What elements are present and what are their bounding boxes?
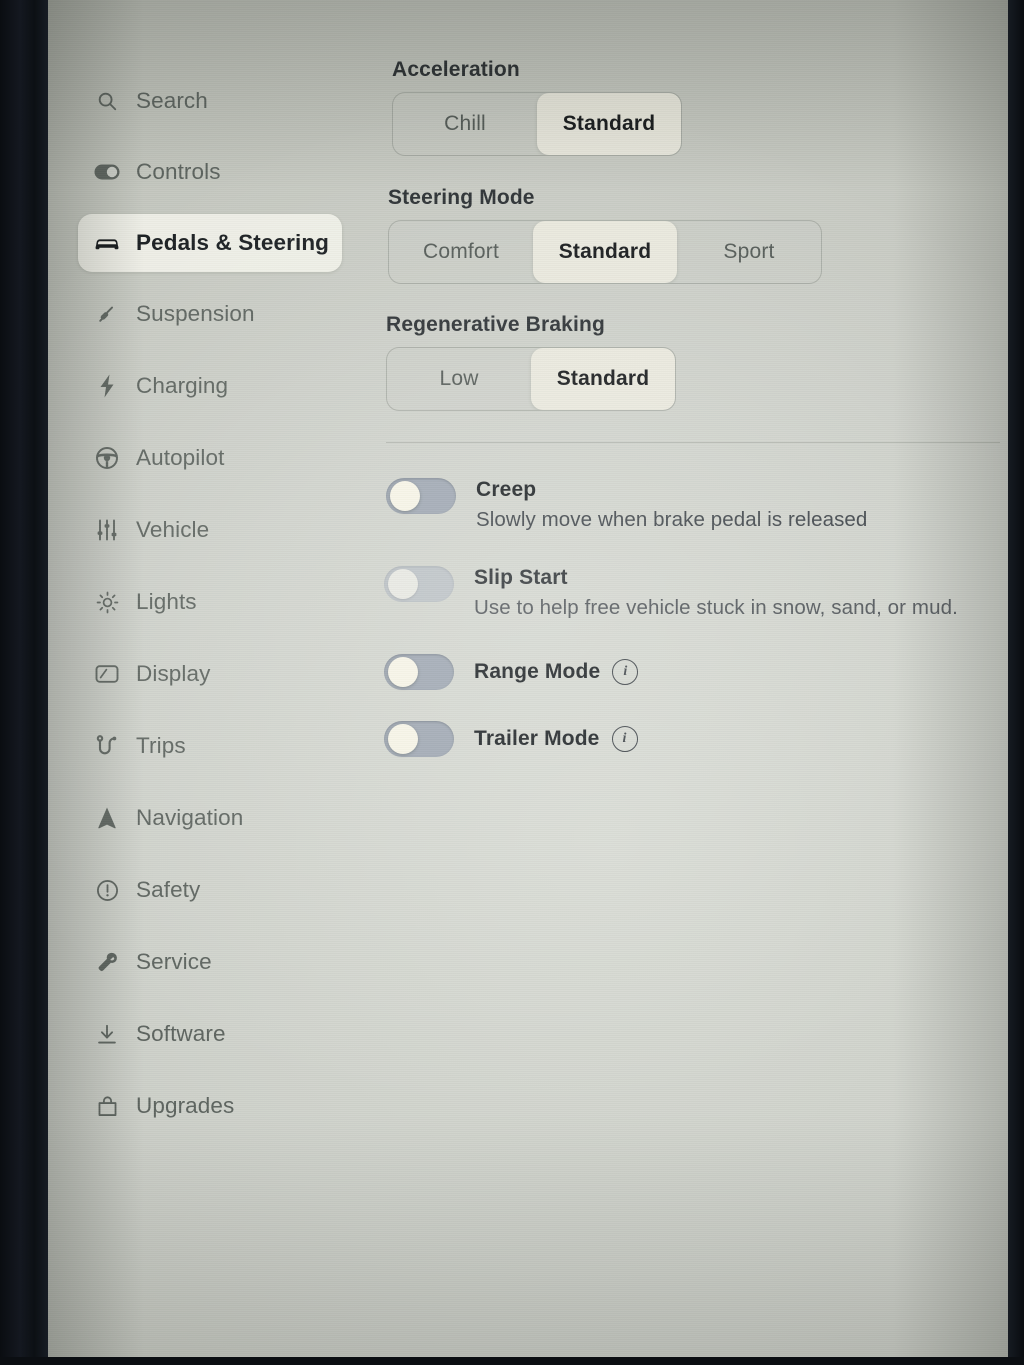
range-mode-info-icon[interactable]: i (612, 659, 639, 685)
sidebar-item-autopilot[interactable]: Autopilot (78, 429, 342, 487)
steering-mode-title: Steering Mode (388, 186, 535, 209)
trailer-mode-title: Trailer Mode i (474, 726, 638, 752)
toggle-row-slip-start[interactable]: Slip Start Use to help free vehicle stuc… (384, 566, 958, 620)
sidebar-item-controls[interactable]: Controls (78, 143, 342, 201)
pedals-and-steering-panel: Acceleration Chill Standard Steering Mod… (348, 0, 1008, 1357)
section-divider (386, 442, 1000, 443)
creep-toggle-knob (390, 481, 420, 511)
sidebar-item-label: Upgrades (136, 1093, 235, 1118)
sidebar-item-safety[interactable]: Safety (78, 861, 342, 919)
wrench-icon (90, 949, 124, 975)
range-mode-text-block: Range Mode i (474, 659, 639, 685)
winding-road-icon (90, 733, 124, 759)
range-mode-title: Range Mode i (474, 659, 639, 685)
regenerative-braking-option-standard[interactable]: Standard (531, 348, 675, 410)
sidebar-item-display[interactable]: Display (78, 645, 342, 703)
toggle-switch-icon (90, 159, 124, 185)
slip-start-toggle-switch[interactable] (384, 566, 454, 602)
acceleration-option-standard[interactable]: Standard (537, 93, 681, 155)
slip-start-title: Slip Start (474, 566, 958, 590)
creep-text-block: Creep Slowly move when brake pedal is re… (476, 478, 867, 532)
regenerative-braking-option-low[interactable]: Low (387, 348, 531, 410)
shock-absorber-icon (90, 301, 124, 327)
screen-bezel-right (1008, 0, 1024, 1365)
sidebar-item-label: Search (136, 88, 208, 113)
download-icon (90, 1021, 124, 1047)
steering-mode-option-comfort[interactable]: Comfort (389, 221, 533, 283)
trailer-mode-title-label: Trailer Mode (474, 727, 600, 750)
sidebar-item-search[interactable]: Search (78, 72, 342, 130)
sidebar-item-label: Software (136, 1021, 226, 1046)
acceleration-segmented-control[interactable]: Chill Standard (392, 92, 682, 156)
acceleration-option-chill[interactable]: Chill (393, 93, 537, 155)
sidebar-item-label: Vehicle (136, 517, 210, 542)
search-icon (90, 88, 124, 114)
acceleration-title: Acceleration (392, 58, 520, 81)
navigation-arrow-icon (90, 805, 124, 831)
sidebar-item-label: Controls (136, 159, 221, 184)
sidebar-item-pedals-and-steering[interactable]: Pedals & Steering (78, 214, 342, 272)
creep-toggle-switch[interactable] (386, 478, 456, 514)
sidebar-item-navigation[interactable]: Navigation (78, 789, 342, 847)
toggle-row-range-mode[interactable]: Range Mode i (384, 654, 639, 690)
sidebar-item-charging[interactable]: Charging (78, 357, 342, 415)
slip-start-text-block: Slip Start Use to help free vehicle stuc… (474, 566, 958, 620)
sidebar-item-label: Display (136, 661, 211, 686)
regenerative-braking-title: Regenerative Braking (386, 313, 605, 336)
steering-mode-option-standard[interactable]: Standard (533, 221, 677, 283)
sidebar-item-suspension[interactable]: Suspension (78, 285, 342, 343)
shopping-bag-icon (90, 1093, 124, 1119)
sidebar-item-label: Suspension (136, 301, 255, 326)
screen-bezel-bottom (0, 1357, 1024, 1365)
sliders-icon (90, 517, 124, 543)
sidebar-item-label: Trips (136, 733, 186, 758)
trailer-mode-text-block: Trailer Mode i (474, 726, 638, 752)
warning-circle-icon (90, 877, 124, 903)
sidebar-item-vehicle[interactable]: Vehicle (78, 501, 342, 559)
sidebar-item-software[interactable]: Software (78, 1005, 342, 1063)
toggle-row-creep[interactable]: Creep Slowly move when brake pedal is re… (386, 478, 867, 532)
slip-start-description: Use to help free vehicle stuck in snow, … (474, 596, 958, 619)
trailer-mode-info-icon[interactable]: i (611, 726, 638, 752)
steering-wheel-icon (90, 445, 124, 471)
trailer-mode-toggle-knob (388, 724, 418, 754)
screen-icon (90, 661, 124, 687)
settings-sidebar: Search Controls Pedals & Steering Suspen… (48, 0, 348, 1357)
range-mode-toggle-knob (388, 657, 418, 687)
sidebar-item-label: Safety (136, 877, 201, 902)
trailer-mode-toggle-switch[interactable] (384, 721, 454, 757)
sidebar-item-lights[interactable]: Lights (78, 573, 342, 631)
toggle-row-trailer-mode[interactable]: Trailer Mode i (384, 721, 638, 757)
creep-title: Creep (476, 478, 867, 502)
creep-title-label: Creep (476, 478, 537, 501)
sun-icon (90, 589, 124, 615)
tesla-touchscreen-device: Search Controls Pedals & Steering Suspen… (0, 0, 1024, 1365)
sidebar-item-label: Service (136, 949, 212, 974)
vehicle-settings-screen: Search Controls Pedals & Steering Suspen… (48, 0, 1008, 1357)
sidebar-item-upgrades[interactable]: Upgrades (78, 1077, 342, 1135)
steering-mode-option-sport[interactable]: Sport (677, 221, 821, 283)
screen-bezel-left (0, 0, 48, 1365)
lightning-bolt-icon (90, 373, 124, 399)
slip-start-title-label: Slip Start (474, 566, 568, 589)
range-mode-toggle-switch[interactable] (384, 654, 454, 690)
sidebar-item-service[interactable]: Service (78, 933, 342, 991)
sidebar-item-label: Charging (136, 373, 229, 398)
slip-start-toggle-knob (388, 569, 418, 599)
car-front-icon (90, 230, 124, 256)
creep-description: Slowly move when brake pedal is released (476, 508, 868, 531)
sidebar-item-label: Navigation (136, 805, 244, 830)
regenerative-braking-segmented-control[interactable]: Low Standard (386, 347, 676, 411)
sidebar-item-label: Pedals & Steering (136, 230, 330, 255)
sidebar-item-label: Autopilot (136, 445, 225, 470)
sidebar-item-trips[interactable]: Trips (78, 717, 342, 775)
steering-mode-segmented-control[interactable]: Comfort Standard Sport (388, 220, 822, 284)
sidebar-item-label: Lights (136, 589, 197, 614)
range-mode-title-label: Range Mode (474, 660, 601, 683)
